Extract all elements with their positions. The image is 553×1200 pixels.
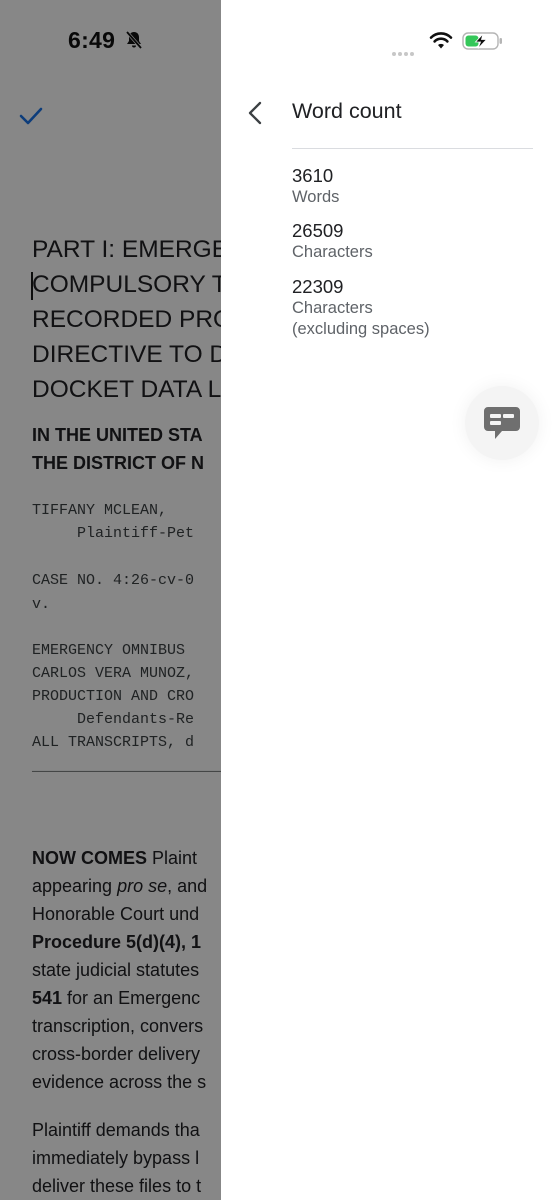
stat-value: 22309 xyxy=(292,276,344,297)
stat-label: Words xyxy=(292,188,340,206)
back-arrow-icon[interactable] xyxy=(245,100,267,126)
cellular-signal-icon xyxy=(392,43,416,61)
divider xyxy=(292,148,533,149)
panel-title: Word count xyxy=(292,99,402,123)
character-count-stat: 26509 Characters xyxy=(292,220,373,263)
stat-label: Characters xyxy=(292,243,373,261)
word-count-panel: Word count 3610 Words 26509 Characters 2… xyxy=(221,0,553,1200)
feedback-button[interactable] xyxy=(465,386,539,460)
stat-label: (excluding spaces) xyxy=(292,320,430,338)
feedback-chat-icon xyxy=(484,407,520,439)
stat-value: 26509 xyxy=(292,220,344,241)
character-no-spaces-stat: 22309 Characters (excluding spaces) xyxy=(292,276,430,340)
wifi-icon xyxy=(429,32,453,49)
battery-charging-icon xyxy=(462,32,502,50)
stat-value: 3610 xyxy=(292,165,334,186)
word-count-stat: 3610 Words xyxy=(292,165,339,208)
stat-label: Characters xyxy=(292,299,373,317)
